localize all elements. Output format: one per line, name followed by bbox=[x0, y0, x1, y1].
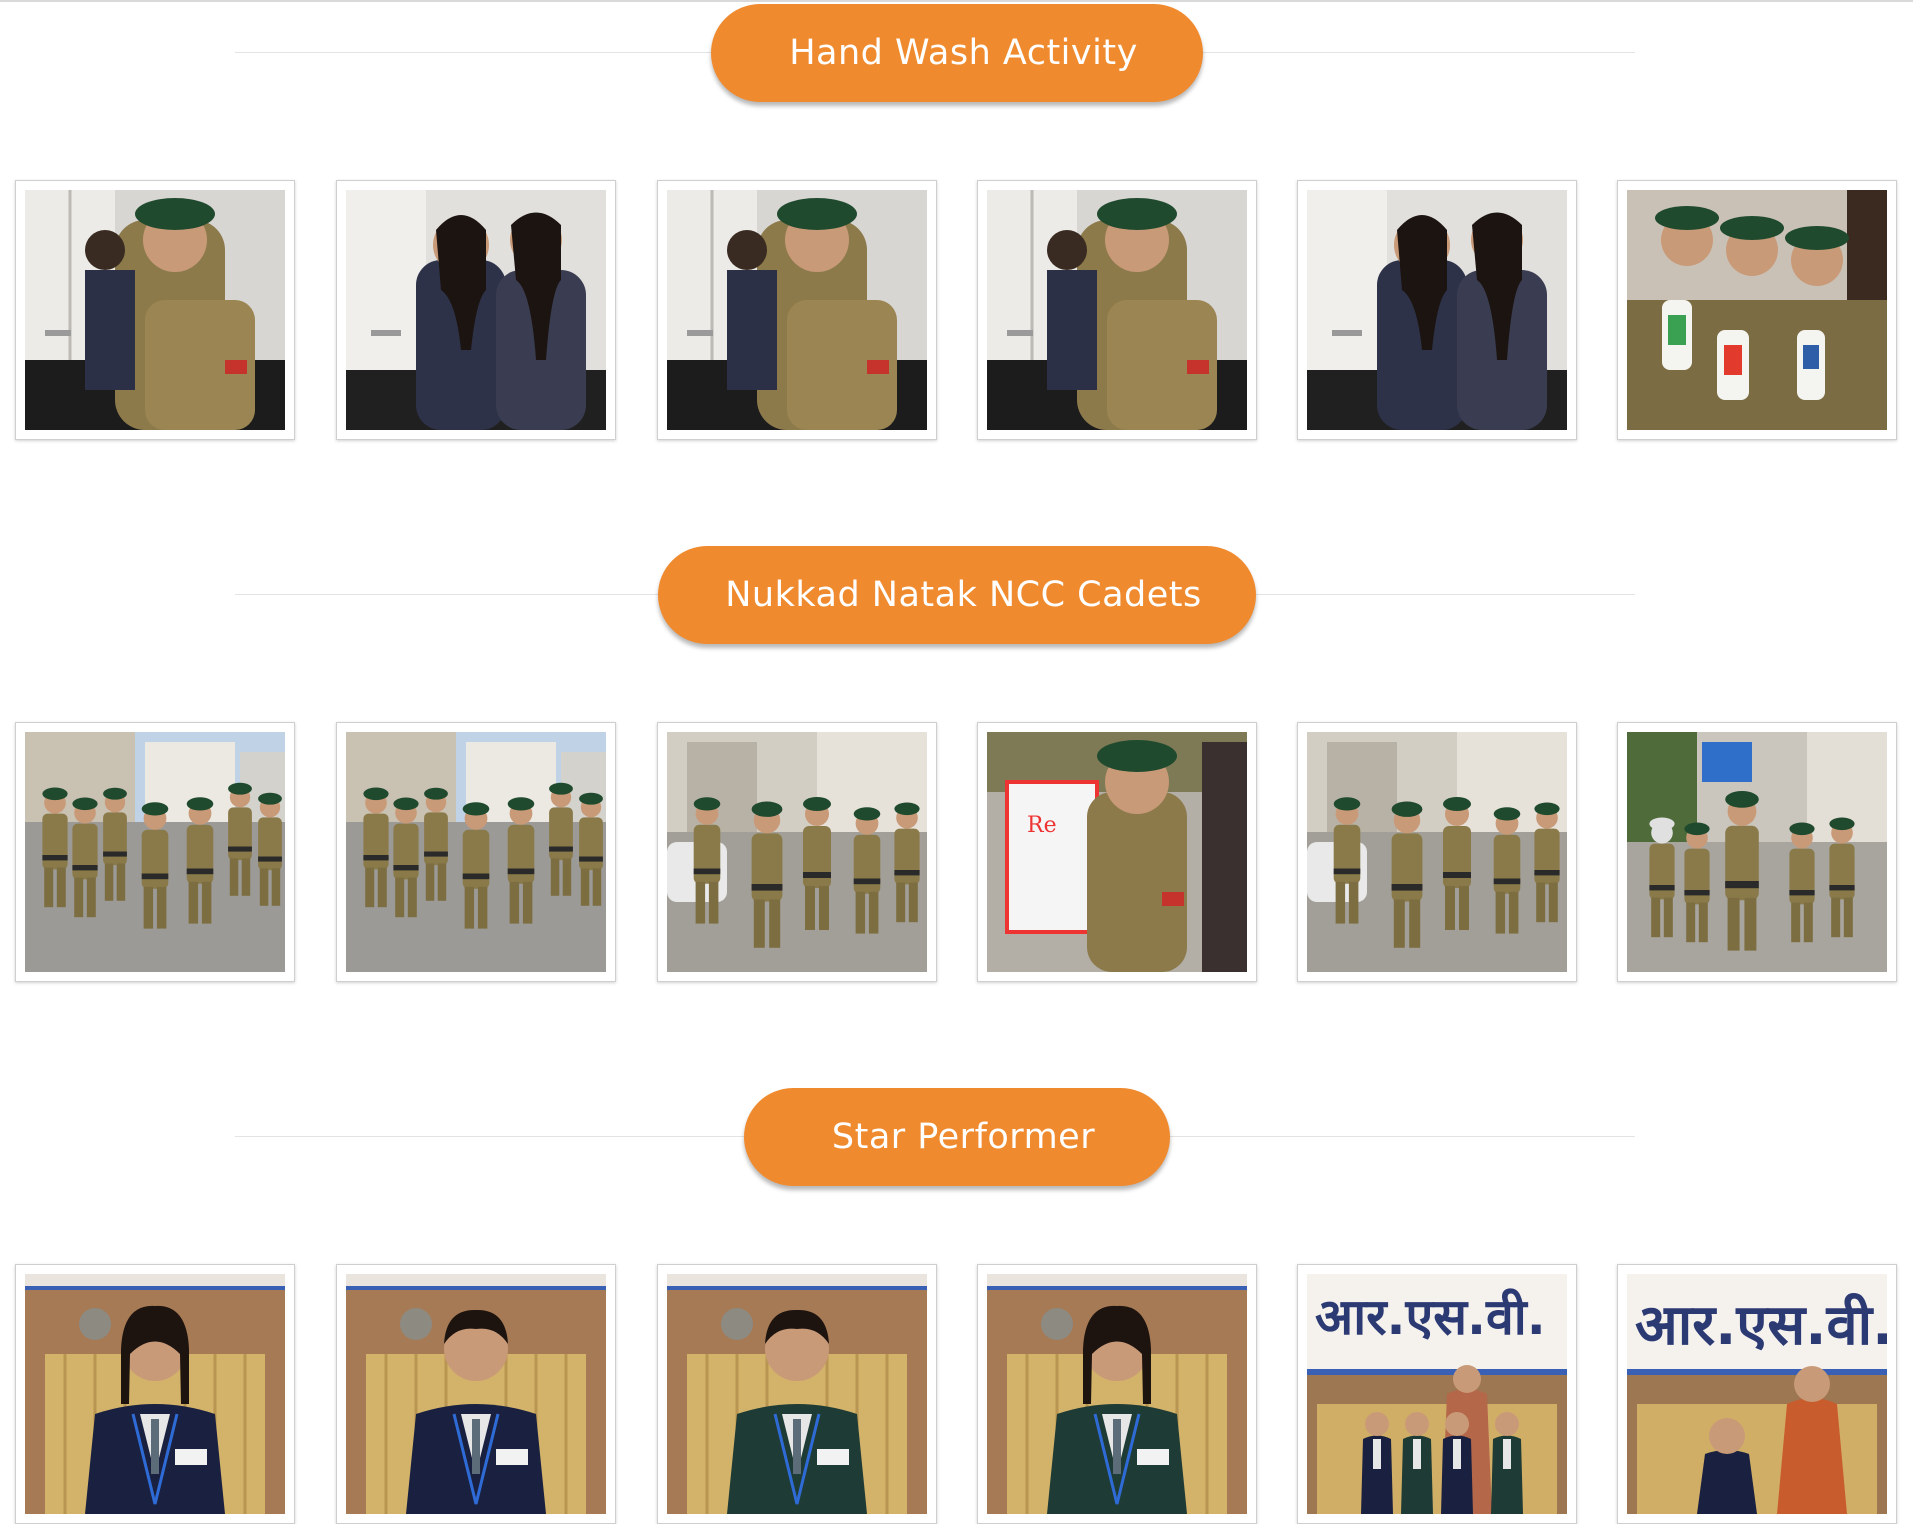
gallery-photo[interactable]: आर.एस.वी. bbox=[1627, 1274, 1887, 1514]
gallery-thumbnail[interactable]: आर.एस.वी. bbox=[1617, 1264, 1897, 1524]
gallery-photo[interactable] bbox=[346, 1274, 606, 1514]
gallery-thumbnail[interactable] bbox=[657, 1264, 937, 1524]
photo-gallery-row: आर.एस.वी. आर.एस.वी. bbox=[0, 1264, 1913, 1524]
svg-text:आर.एस.वी.: आर.एस.वी. bbox=[1635, 1292, 1887, 1358]
gallery-section: Star Performer आर.एस.वी. आर.एस.वी. bbox=[0, 632, 1913, 1524]
gallery-section: Nukkad Natak NCC Cadets Re bbox=[0, 90, 1913, 982]
section-title: Nukkad Natak NCC Cadets bbox=[725, 575, 1202, 615]
gallery-photo[interactable] bbox=[667, 1274, 927, 1514]
gallery-photo[interactable] bbox=[987, 1274, 1247, 1514]
page: Hand Wash Activity Nukkad Natak NCC Cade… bbox=[0, 0, 1913, 1524]
section-heading-row: Hand Wash Activity bbox=[0, 4, 1913, 104]
section-heading-row: Star Performer bbox=[0, 1088, 1913, 1188]
section-heading: Star Performer bbox=[743, 1088, 1170, 1186]
gallery-section: Hand Wash Activity bbox=[0, 0, 1913, 440]
gallery-photo[interactable] bbox=[25, 1274, 285, 1514]
gallery-photo[interactable]: आर.एस.वी. bbox=[1307, 1274, 1567, 1514]
section-title: Hand Wash Activity bbox=[789, 33, 1138, 73]
section-heading: Nukkad Natak NCC Cadets bbox=[657, 546, 1256, 644]
gallery-thumbnail[interactable]: आर.एस.वी. bbox=[1297, 1264, 1577, 1524]
section-title: Star Performer bbox=[831, 1117, 1096, 1157]
gallery-thumbnail[interactable] bbox=[977, 1264, 1257, 1524]
section-heading: Hand Wash Activity bbox=[710, 4, 1203, 102]
gallery-thumbnail[interactable] bbox=[336, 1264, 616, 1524]
section-heading-row: Nukkad Natak NCC Cadets bbox=[0, 546, 1913, 646]
svg-text:आर.एस.वी.: आर.एस.वी. bbox=[1315, 1288, 1546, 1346]
gallery-thumbnail[interactable] bbox=[15, 1264, 295, 1524]
